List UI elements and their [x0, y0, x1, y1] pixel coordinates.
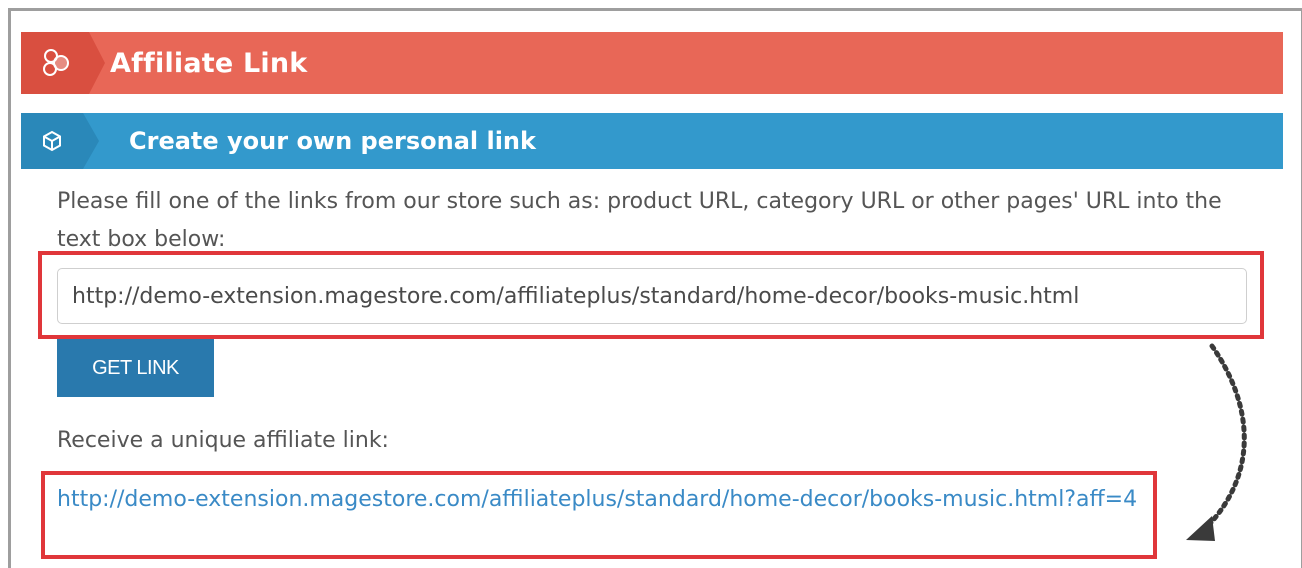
affiliate-link-title: Affiliate Link: [110, 47, 308, 79]
affiliate-link-header: Affiliate Link: [21, 32, 1283, 94]
get-link-button[interactable]: GET LINK: [57, 339, 214, 397]
receive-link-label: Receive a unique affiliate link:: [57, 428, 389, 453]
create-link-header: Create your own personal link: [21, 113, 1283, 169]
dotted-curved-arrow-icon: [1186, 343, 1247, 541]
affiliate-link-output[interactable]: http://demo-extension.magestore.com/affi…: [57, 480, 1147, 520]
affiliate-circles-icon: [21, 32, 105, 94]
store-url-input[interactable]: [57, 268, 1247, 324]
instructions-text: Please fill one of the links from our st…: [57, 189, 1222, 252]
create-link-title: Create your own personal link: [129, 127, 536, 155]
cube-icon: [21, 113, 99, 169]
